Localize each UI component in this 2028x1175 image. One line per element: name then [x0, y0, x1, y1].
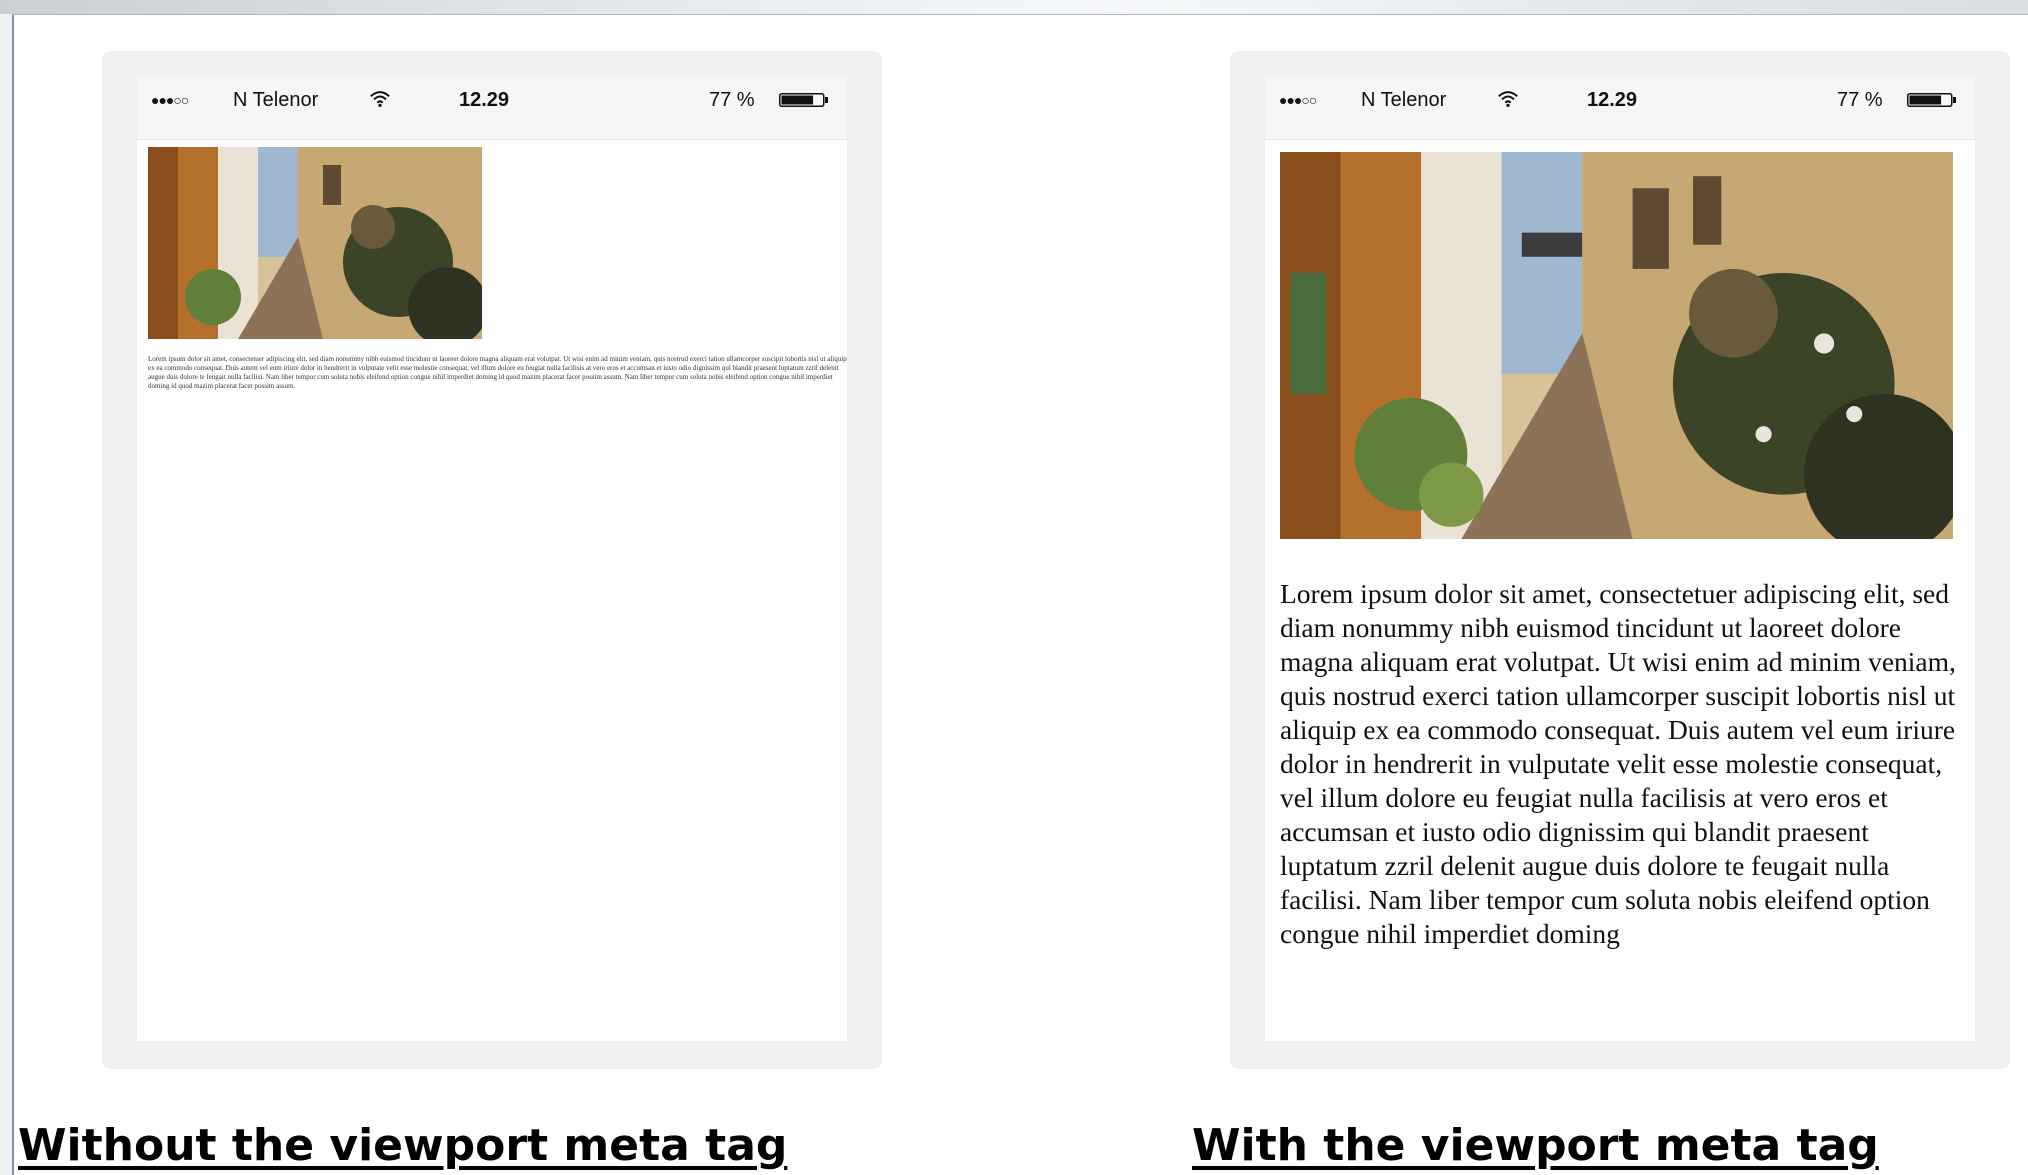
- caption-without-viewport-link[interactable]: Without the viewport meta tag: [18, 1118, 787, 1174]
- wifi-icon: [370, 91, 390, 108]
- battery-icon: [779, 93, 828, 107]
- carrier-name: N Telenor: [1361, 89, 1447, 111]
- carrier-name: N Telenor: [233, 89, 319, 111]
- street-photo: [148, 147, 482, 339]
- phone-screen: ●●●○○ N Telenor 12.29 77 % Lorem ipsum d…: [1265, 75, 1975, 1041]
- signal-strength-icon: ●●●○○: [1279, 92, 1317, 108]
- status-bar: ●●●○○ N Telenor 12.29 77 %: [137, 75, 847, 140]
- battery-icon: [1907, 93, 1956, 107]
- battery-percentage: 77 %: [709, 89, 755, 111]
- body-text-unscaled: Lorem ipsum dolor sit amet, consectetuer…: [148, 355, 847, 390]
- caption-with-viewport-link[interactable]: With the viewport meta tag: [1192, 1118, 1879, 1174]
- status-time: 12.29: [1587, 89, 1638, 111]
- phone-mockup-with-viewport: ●●●○○ N Telenor 12.29 77 % Lorem ipsum d…: [1230, 51, 2010, 1069]
- signal-strength-icon: ●●●○○: [151, 92, 189, 108]
- phone-mockup-without-viewport: ●●●○○ N Telenor 12.29 77 % Lorem ipsum d…: [102, 51, 882, 1069]
- status-time: 12.29: [459, 89, 510, 111]
- phone-screen: ●●●○○ N Telenor 12.29 77 % Lorem ipsum d…: [137, 75, 847, 1041]
- body-text-scaled: Lorem ipsum dolor sit amet, consectetuer…: [1280, 578, 1956, 949]
- wifi-icon: [1498, 91, 1518, 108]
- window-top-edge: [0, 0, 2028, 14]
- content-area: ●●●○○ N Telenor 12.29 77 % Lorem ipsum d…: [12, 14, 2028, 1175]
- battery-percentage: 77 %: [1837, 89, 1883, 111]
- status-bar: ●●●○○ N Telenor 12.29 77 %: [1265, 75, 1975, 140]
- street-photo: [1280, 152, 1953, 539]
